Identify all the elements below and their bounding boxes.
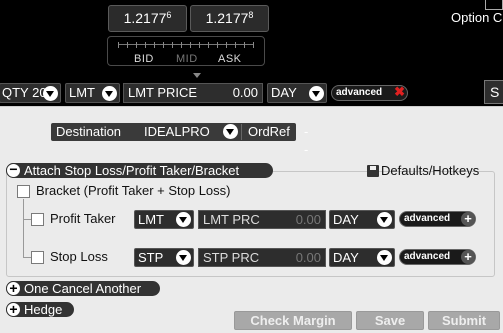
tree-connector	[23, 257, 31, 258]
attach-orders-header[interactable]: − Attach Stop Loss/Profit Taker/Bracket	[6, 162, 273, 178]
ask-price-main: 1.2177	[205, 10, 249, 26]
profit-taker-tif-dropdown[interactable]: DAY	[329, 210, 395, 229]
mid-label[interactable]: MID	[176, 53, 198, 65]
profit-taker-order-type-value: LMT	[138, 212, 164, 227]
chevron-down-icon	[377, 212, 392, 227]
stop-loss-label: Stop Loss	[50, 249, 108, 264]
plus-icon: +	[461, 250, 475, 264]
submit-side-button-label: S	[490, 84, 500, 100]
one-cancel-another-header[interactable]: + One Cancel Another	[6, 281, 160, 296]
order-ticket-header: 1.21776 1.21778 BID MID ASK Option C QTY…	[0, 0, 503, 106]
profit-taker-price-value: 0.00	[295, 212, 321, 227]
destination-value: IDEALPRO	[144, 124, 210, 139]
chevron-down-icon	[309, 86, 324, 101]
panel-divider	[0, 106, 503, 107]
quantity-dropdown[interactable]: QTY 20K	[0, 83, 61, 103]
defaults-hotkeys-label: Defaults/Hotkeys	[381, 163, 480, 178]
tree-connector	[23, 199, 24, 257]
ordref-label: OrdRef	[248, 124, 290, 139]
bracket-label: Bracket (Profit Taker + Stop Loss)	[36, 183, 231, 198]
ask-label[interactable]: ASK	[218, 53, 242, 65]
destination-dropdown[interactable]: IDEALPRO	[144, 123, 210, 141]
plus-icon: +	[461, 212, 475, 226]
profit-taker-advanced-label: advanced	[404, 213, 451, 224]
stop-loss-price-field[interactable]: STP PRC 0.00	[198, 248, 326, 267]
save-icon	[367, 165, 379, 177]
chevron-down-icon	[176, 212, 191, 227]
close-icon[interactable]: ✖	[394, 85, 405, 99]
chevron-down-icon	[223, 124, 238, 139]
slider-pointer-icon	[193, 73, 201, 78]
one-cancel-another-label: One Cancel Another	[24, 281, 142, 296]
save-button[interactable]: Save	[356, 311, 424, 330]
ask-price-button[interactable]: 1.21778	[190, 5, 269, 32]
destination-label: Destination	[56, 124, 122, 139]
order-type-dropdown[interactable]: LMT	[65, 83, 120, 103]
collapse-icon[interactable]: −	[6, 162, 21, 178]
destination-bar: Destination IDEALPRO OrdRef --	[51, 123, 308, 157]
limit-price-label: LMT PRICE	[128, 85, 198, 100]
submit-side-button[interactable]: S	[484, 80, 503, 104]
time-in-force-dropdown[interactable]: DAY	[267, 83, 327, 103]
limit-price-field[interactable]: LMT PRICE 0.00	[123, 83, 263, 103]
tree-connector	[23, 219, 31, 220]
expand-icon[interactable]: +	[6, 302, 21, 317]
advanced-label: advanced	[336, 87, 383, 98]
chevron-down-icon	[176, 250, 191, 265]
chevron-down-icon	[43, 86, 58, 101]
price-ticks	[118, 42, 254, 50]
profit-taker-price-label: LMT PRC	[203, 212, 260, 227]
expand-icon[interactable]: +	[6, 281, 21, 296]
check-margin-button[interactable]: Check Margin	[234, 311, 352, 330]
stop-loss-order-type-value: STP	[138, 250, 164, 265]
profit-taker-tif-value: DAY	[333, 212, 359, 227]
hedge-header[interactable]: + Hedge	[6, 302, 74, 317]
stop-loss-advanced-label: advanced	[404, 251, 451, 262]
bid-price-main: 1.2177	[123, 10, 167, 26]
ask-price-pip: 8	[248, 10, 254, 20]
profit-taker-price-field[interactable]: LMT PRC 0.00	[198, 210, 326, 229]
hedge-label: Hedge	[24, 302, 63, 317]
profit-taker-label: Profit Taker	[50, 211, 116, 226]
bid-price-pip: 6	[166, 10, 172, 20]
submit-button[interactable]: Submit	[428, 311, 500, 330]
chevron-down-icon	[377, 250, 392, 265]
limit-price-value: 0.00	[232, 85, 258, 100]
stop-loss-checkbox[interactable]	[31, 251, 44, 264]
defaults-hotkeys-link[interactable]: Defaults/Hotkeys	[367, 163, 479, 178]
attach-orders-title: Attach Stop Loss/Profit Taker/Bracket	[24, 163, 240, 178]
ordref-value[interactable]: --	[304, 123, 308, 159]
chevron-down-icon	[102, 86, 117, 101]
stop-loss-price-value: 0.00	[295, 250, 321, 265]
stop-loss-advanced-button[interactable]: advanced +	[399, 249, 476, 265]
bid-price-button[interactable]: 1.21776	[108, 5, 187, 32]
order-type-value: LMT	[69, 85, 95, 100]
bracket-checkbox[interactable]	[17, 185, 30, 198]
destination-dropdown-arrow[interactable]	[221, 123, 239, 141]
time-in-force-value: DAY	[271, 85, 297, 100]
profit-taker-order-type-dropdown[interactable]: LMT	[134, 210, 194, 229]
stop-loss-price-label: STP PRC	[203, 250, 260, 265]
window-edge-control[interactable]	[485, 0, 503, 10]
bid-label[interactable]: BID	[134, 53, 154, 65]
advanced-toggle[interactable]: advanced ✖	[331, 85, 408, 101]
profit-taker-advanced-button[interactable]: advanced +	[399, 211, 476, 227]
profit-taker-checkbox[interactable]	[31, 213, 44, 226]
stop-loss-tif-dropdown[interactable]: DAY	[329, 248, 395, 267]
stop-loss-tif-value: DAY	[333, 250, 359, 265]
stop-loss-order-type-dropdown[interactable]: STP	[134, 248, 194, 267]
bid-mid-ask-slider[interactable]: BID MID ASK	[107, 36, 265, 66]
option-chain-link[interactable]: Option C	[451, 10, 502, 25]
